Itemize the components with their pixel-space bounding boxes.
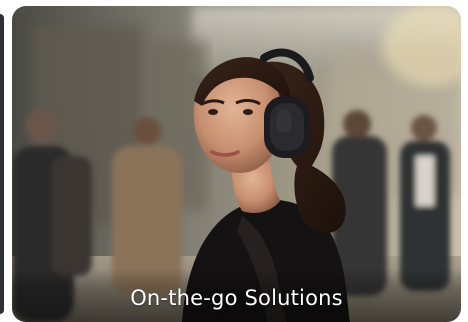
image-carousel: On-the-go Solutions <box>0 0 468 322</box>
card-caption: On-the-go Solutions <box>130 286 343 310</box>
carousel-card-on-the-go[interactable]: On-the-go Solutions <box>12 6 461 322</box>
previous-card-peek[interactable] <box>0 14 4 314</box>
